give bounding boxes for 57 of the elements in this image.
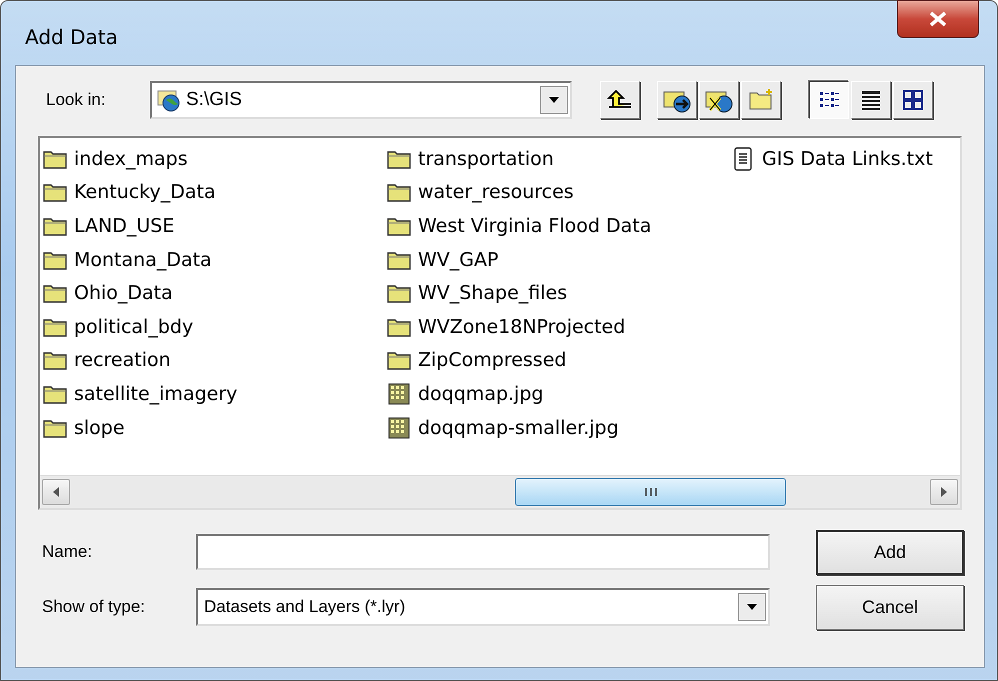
file-item[interactable]: satellite_imagery <box>42 377 386 411</box>
file-item[interactable]: ZipCompressed <box>386 344 730 378</box>
file-item[interactable]: political_bdy <box>42 310 386 344</box>
caret-icon <box>548 96 560 104</box>
horizontal-scrollbar[interactable] <box>40 475 960 508</box>
file-item[interactable]: transportation <box>386 142 730 176</box>
look-in-value: S:\GIS <box>186 89 243 111</box>
thumbnails-view-icon <box>902 89 924 111</box>
folder-icon <box>747 88 775 112</box>
scrollbar-thumb[interactable] <box>515 478 786 506</box>
right-arrow-icon <box>941 487 947 497</box>
file-item[interactable]: slope <box>42 410 386 444</box>
file-item[interactable]: WV_Shape_files <box>386 276 730 310</box>
name-label: Name: <box>41 542 94 562</box>
file-item[interactable]: West Virginia Flood Data <box>386 209 730 243</box>
list-view-button[interactable] <box>809 81 849 119</box>
look-in-label: Look in: <box>45 90 107 110</box>
file-item[interactable]: index_maps <box>42 142 386 176</box>
file-item[interactable]: doqqmap.jpg <box>386 377 730 411</box>
caret-icon <box>746 604 758 610</box>
file-item[interactable]: WVZone18NProjected <box>386 310 730 344</box>
scroll-right-button[interactable] <box>930 479 958 505</box>
file-item[interactable]: Montana_Data <box>42 242 386 276</box>
file-item[interactable]: doqqmap-smaller.jpg <box>386 410 730 444</box>
file-item[interactable]: recreation <box>42 344 386 378</box>
network-drive-icon <box>156 88 182 112</box>
image-file-icon <box>386 416 412 440</box>
up-one-level-button[interactable] <box>600 81 640 119</box>
name-field[interactable] <box>196 534 770 570</box>
add-button[interactable]: Add <box>816 530 964 575</box>
left-arrow-icon <box>53 487 59 497</box>
scroll-left-button[interactable] <box>42 479 70 505</box>
up-arrow-icon <box>607 90 633 110</box>
grip-icon <box>644 487 658 497</box>
look-in-dropdown[interactable]: S:\GIS <box>150 81 572 119</box>
details-view-icon <box>860 89 882 111</box>
cancel-button[interactable]: Cancel <box>816 585 964 630</box>
image-file-icon <box>386 382 412 406</box>
type-label: Show of type: <box>41 597 146 617</box>
file-item[interactable]: LAND_USE <box>42 209 386 243</box>
new-folder-button[interactable] <box>741 81 781 119</box>
file-item[interactable]: Kentucky_Data <box>42 176 386 210</box>
details-view-button[interactable] <box>851 81 891 119</box>
dropdown-button[interactable] <box>540 86 568 114</box>
close-button[interactable] <box>897 0 979 38</box>
connect-folder-button[interactable] <box>657 81 697 119</box>
file-item[interactable]: Ohio_Data <box>42 276 386 310</box>
type-dropdown[interactable]: Datasets and Layers (*.lyr) <box>196 588 770 626</box>
file-item[interactable]: water_resources <box>386 176 730 210</box>
file-item[interactable]: WV_GAP <box>386 242 730 276</box>
disconnect-folder-button[interactable] <box>699 81 739 119</box>
type-value: Datasets and Layers (*.lyr) <box>203 597 406 617</box>
close-icon <box>928 11 948 27</box>
thumbnails-view-button[interactable] <box>893 81 933 119</box>
file-item[interactable]: GIS Data Links.txt <box>730 142 980 176</box>
window-title: Add Data <box>25 25 118 49</box>
dropdown-button[interactable] <box>738 593 766 621</box>
